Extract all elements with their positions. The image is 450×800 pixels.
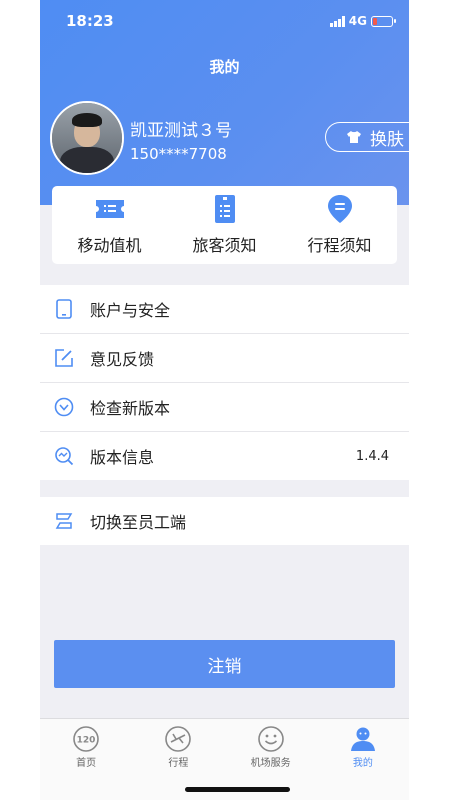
menu-item-label: 切换至员工端 — [90, 513, 187, 532]
menu-item-label: 检查新版本 — [90, 399, 171, 418]
tab-label: 机场服务 — [250, 758, 291, 769]
menu-item-label: 账户与安全 — [90, 301, 171, 320]
home-120-icon: 120 — [73, 726, 99, 752]
status-indicators: 4G — [329, 14, 396, 28]
quick-action-label: 行程须知 — [307, 236, 372, 255]
search-chart-icon — [55, 447, 74, 466]
user-phone: 150****7708 — [130, 145, 227, 163]
home-indicator — [185, 787, 290, 792]
settings-list: 账户与安全 意见反馈 检查新版本 版本信息 1.4.4 — [40, 285, 409, 480]
profile-icon — [350, 727, 375, 751]
profile-header: 18:23 4G 我的 凯亚测试３号 150****7708 换肤 — [40, 0, 409, 205]
document-icon — [214, 195, 235, 223]
menu-item-feedback[interactable]: 意见反馈 — [40, 334, 409, 383]
edit-icon — [55, 349, 73, 367]
quick-action-passenger-notice[interactable]: 旅客须知 — [167, 186, 282, 264]
quick-action-mobile-checkin[interactable]: 移动值机 — [52, 186, 167, 264]
menu-item-switch-staff[interactable]: 切换至员工端 — [40, 497, 409, 545]
signal-icon — [329, 15, 345, 27]
menu-item-label: 意见反馈 — [90, 350, 155, 369]
change-skin-button[interactable]: 换肤 — [325, 122, 409, 152]
quick-actions-card: 移动值机 旅客须知 行程须知 — [52, 186, 397, 264]
switch-icon — [55, 513, 73, 529]
quick-action-label: 移动值机 — [77, 236, 142, 255]
version-number: 1.4.4 — [355, 448, 389, 464]
tab-home[interactable]: 120 首页 — [40, 719, 132, 800]
change-skin-label: 换肤 — [370, 129, 404, 150]
logout-button[interactable]: 注销 — [54, 640, 395, 688]
switch-list: 切换至员工端 — [40, 497, 409, 545]
chevron-down-circle-icon — [54, 397, 74, 417]
page-title: 我的 — [209, 58, 240, 76]
tshirt-icon — [347, 131, 361, 143]
menu-item-check-version[interactable]: 检查新版本 — [40, 383, 409, 432]
avatar[interactable] — [50, 101, 124, 175]
plane-icon — [165, 726, 192, 752]
status-bar: 18:23 4G — [66, 12, 396, 32]
menu-item-label: 版本信息 — [90, 448, 155, 467]
location-pin-icon — [327, 195, 352, 223]
tab-label: 首页 — [76, 758, 97, 769]
network-type: 4G — [348, 14, 367, 28]
menu-item-account-security[interactable]: 账户与安全 — [40, 285, 409, 334]
tablet-icon — [56, 299, 72, 319]
tab-profile[interactable]: 我的 — [317, 719, 409, 800]
tab-label: 行程 — [168, 758, 189, 769]
app-screen: 18:23 4G 我的 凯亚测试３号 150****7708 换肤 移动值机 旅… — [40, 0, 409, 800]
smile-icon — [257, 726, 284, 752]
svg-text:120: 120 — [77, 736, 96, 746]
quick-action-trip-notice[interactable]: 行程须知 — [282, 186, 397, 264]
quick-action-label: 旅客须知 — [192, 236, 257, 255]
menu-item-version-info[interactable]: 版本信息 1.4.4 — [40, 432, 409, 480]
boarding-pass-icon — [95, 200, 124, 218]
tab-label: 我的 — [352, 758, 373, 769]
battery-icon — [371, 15, 396, 27]
status-time: 18:23 — [66, 12, 114, 30]
user-name: 凯亚测试３号 — [130, 121, 232, 141]
